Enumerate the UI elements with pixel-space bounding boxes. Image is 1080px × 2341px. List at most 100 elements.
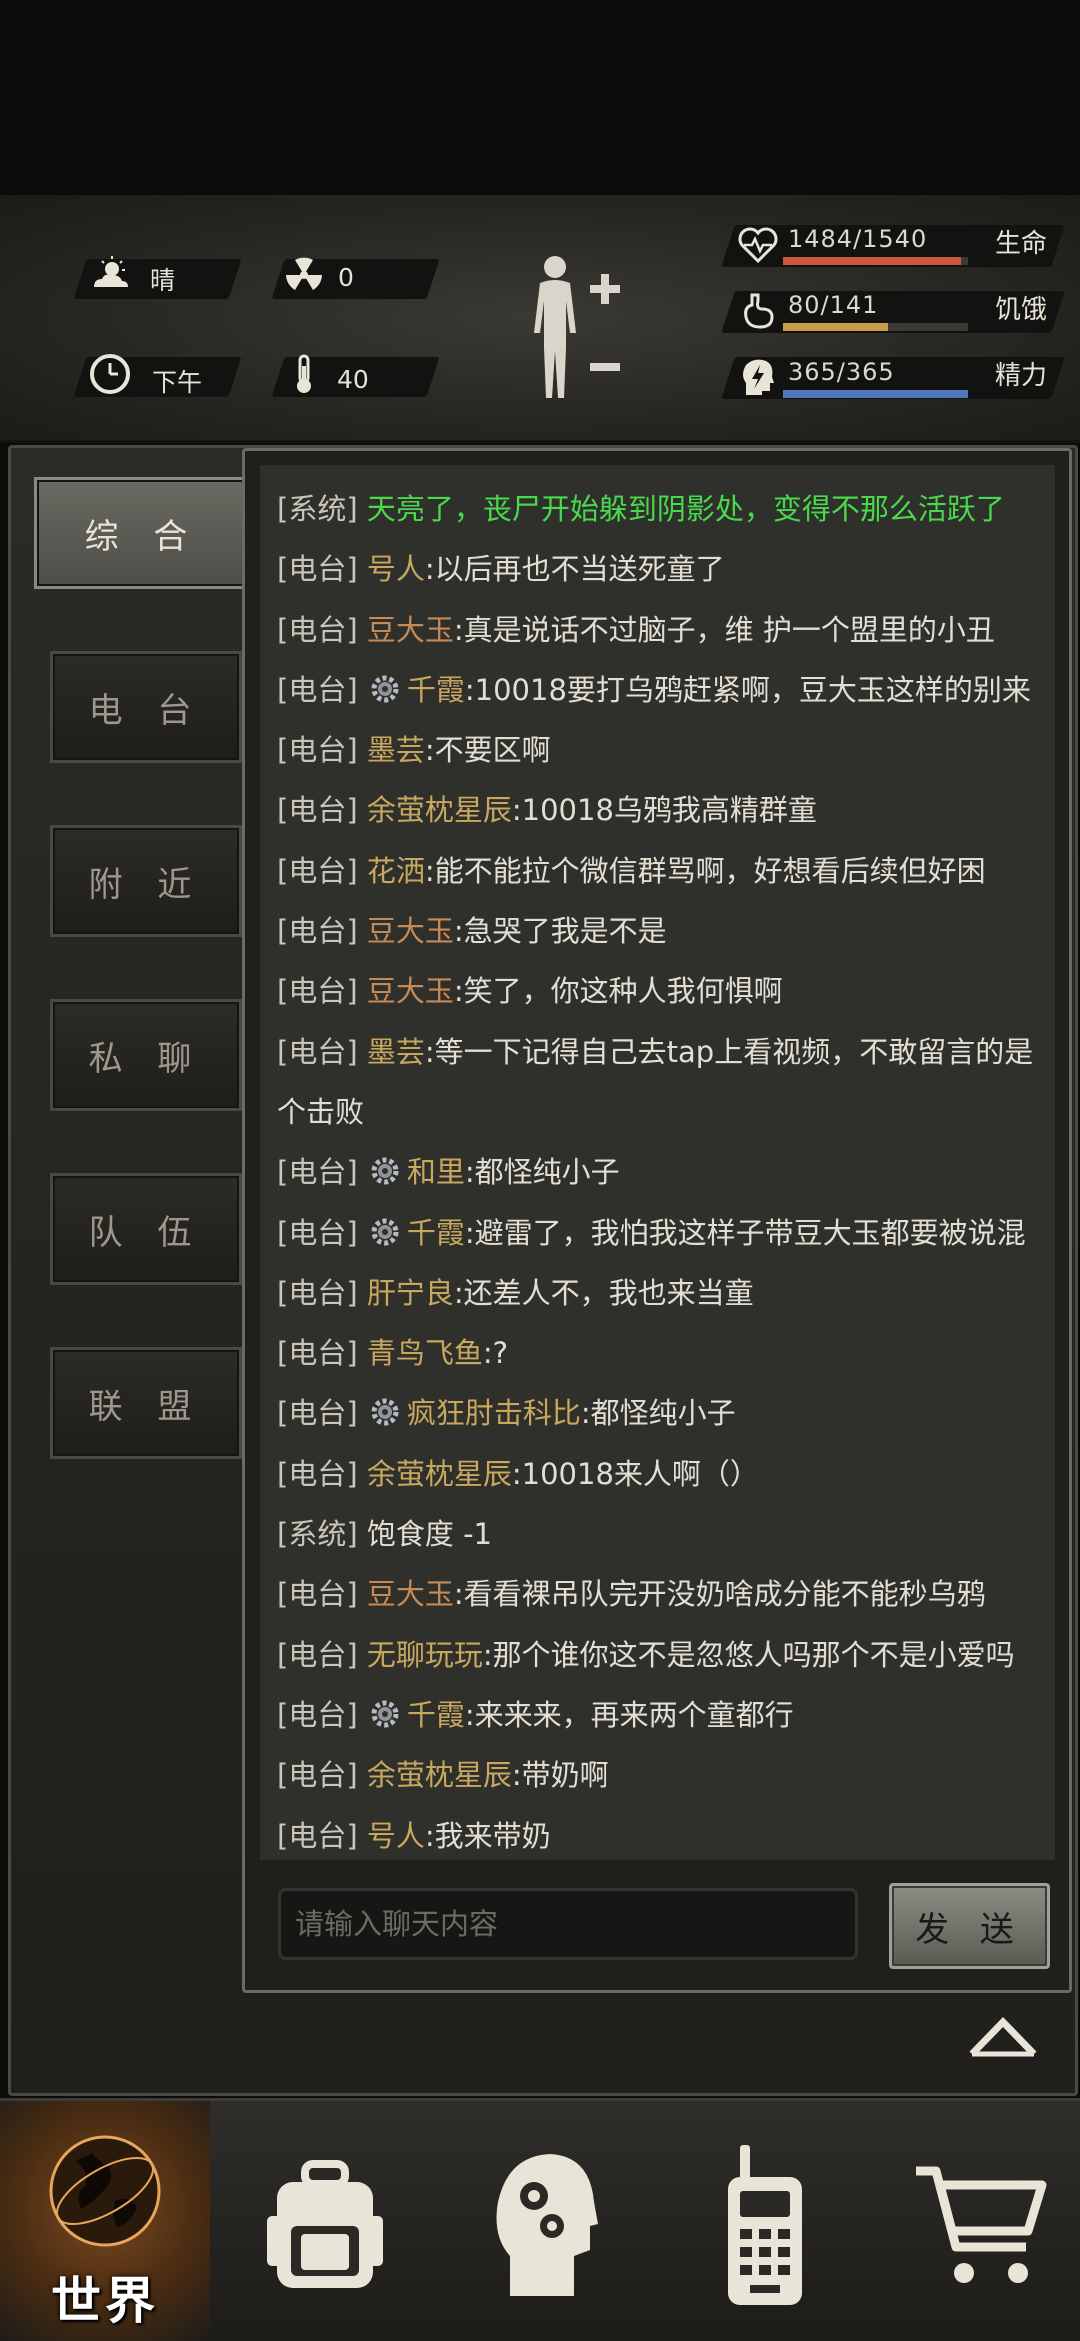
body-figure-icon[interactable] bbox=[520, 253, 630, 403]
collapse-chevron-icon[interactable] bbox=[966, 2012, 1040, 2060]
gear-badge-icon bbox=[371, 1398, 399, 1426]
nav-shop[interactable] bbox=[870, 2101, 1080, 2341]
chat-sender-name[interactable]: 号人 bbox=[367, 1819, 425, 1853]
chat-channel: [系统] bbox=[277, 1517, 367, 1552]
hunger-value: 80/141 bbox=[788, 291, 879, 319]
energy-label: 精力 bbox=[995, 361, 1048, 391]
chat-sender-name[interactable]: 疯狂肘击科比 bbox=[407, 1396, 581, 1430]
chat-channel: [电台] bbox=[277, 733, 367, 768]
chat-channel: [电台] bbox=[277, 793, 367, 828]
chat-text: :都怪纯小子 bbox=[464, 1155, 620, 1190]
chat-sender-name[interactable]: 豆大玉 bbox=[367, 1577, 454, 1611]
send-button[interactable]: 发 送 bbox=[889, 1883, 1050, 1969]
tab-radio[interactable]: 电 台 bbox=[50, 651, 242, 763]
chat-sender-name[interactable]: 墨芸 bbox=[367, 733, 425, 767]
clock-icon bbox=[90, 354, 130, 394]
chat-text: :以后再也不当送死童了 bbox=[424, 552, 725, 587]
tab-nearby[interactable]: 附 近 bbox=[50, 825, 242, 937]
backpack-icon bbox=[267, 2160, 383, 2288]
chat-sender-name[interactable]: 千霞 bbox=[407, 673, 465, 707]
temperature-value: 40 bbox=[337, 365, 369, 394]
chat-message: [电台] 千霞:来来来，再来两个童都行 bbox=[277, 1685, 1057, 1745]
radio-walkie-icon bbox=[728, 2145, 802, 2305]
chat-sender-name[interactable]: 余萤枕星辰 bbox=[367, 1457, 512, 1491]
chat-sender-name[interactable]: 墨芸 bbox=[367, 1035, 425, 1069]
chat-sender-name[interactable]: 豆大玉 bbox=[367, 914, 454, 948]
health-value: 1484/1540 bbox=[788, 225, 928, 253]
chat-text: :真是说话不过脑子，维 护一个盟里的小丑 bbox=[453, 612, 995, 647]
chat-message: [电台] 花洒:能不能拉个微信群骂啊，好想看后续但好困 bbox=[277, 841, 1057, 901]
tab-private[interactable]: 私 聊 bbox=[50, 999, 242, 1111]
energy-value: 365/365 bbox=[788, 358, 895, 386]
nav-world[interactable]: 世界 bbox=[0, 2101, 210, 2341]
skills-head-icon bbox=[496, 2154, 598, 2296]
chat-sender-name[interactable]: 千霞 bbox=[407, 1698, 465, 1732]
chat-sender-name[interactable]: 豆大玉 bbox=[367, 974, 454, 1008]
chat-message: [电台] 肝宁良:还差人不，我也来当童 bbox=[277, 1263, 1057, 1323]
chat-text: :都怪纯小子 bbox=[580, 1396, 736, 1431]
health-track bbox=[783, 257, 968, 265]
chat-message: [电台] 号人:我来带奶 bbox=[277, 1806, 1057, 1866]
nav-radio[interactable] bbox=[660, 2101, 870, 2341]
chat-sender-name[interactable]: 无聊玩玩 bbox=[367, 1638, 483, 1672]
chat-channel: [电台] bbox=[277, 1336, 367, 1371]
chat-channel: [电台] bbox=[277, 1215, 367, 1250]
chat-channel: [电台] bbox=[277, 1456, 367, 1491]
chat-message: [电台] 无聊玩玩:那个谁你这不是忽悠人吗那个不是小爱吗 bbox=[277, 1625, 1057, 1685]
chat-channel: [电台] bbox=[277, 1577, 367, 1612]
chat-sender-name[interactable]: 花洒 bbox=[367, 854, 425, 888]
chat-message: [电台] 和里:都怪纯小子 bbox=[277, 1142, 1057, 1202]
radiation-icon bbox=[286, 257, 322, 290]
weather-sun-cloud-icon bbox=[94, 256, 128, 287]
nav-skills[interactable] bbox=[440, 2101, 650, 2341]
chat-text: :我来带奶 bbox=[424, 1818, 551, 1853]
chat-message-list[interactable]: [系统] 天亮了，丧尸开始躲到阴影处，变得不那么活跃了 [电台] 号人:以后再也不… bbox=[277, 479, 1057, 1866]
chat-channel: [电台] bbox=[277, 1275, 367, 1310]
chat-sender-name[interactable]: 余萤枕星辰 bbox=[367, 1758, 512, 1792]
chat-sender-name[interactable]: 青鸟飞鱼 bbox=[367, 1336, 483, 1370]
chat-channel: [电台] bbox=[277, 914, 367, 949]
chat-channel: [电台] bbox=[277, 612, 367, 647]
chat-sender-name[interactable]: 余萤枕星辰 bbox=[367, 793, 512, 827]
chat-text: :能不能拉个微信群骂啊，好想看后续但好困 bbox=[424, 853, 986, 888]
chat-text: :不要区啊 bbox=[424, 733, 551, 768]
chat-input[interactable] bbox=[278, 1888, 858, 1960]
chat-text: :那个谁你这不是忽悠人吗那个不是小爱吗 bbox=[482, 1637, 1015, 1672]
chat-sender-name[interactable]: 号人 bbox=[367, 552, 425, 586]
chat-channel: [电台] bbox=[277, 1637, 367, 1672]
chat-text: 天亮了，丧尸开始躲到阴影处，变得不那么活跃了 bbox=[366, 492, 1005, 526]
time-value: 下午 bbox=[152, 368, 203, 397]
chat-text: :急哭了我是不是 bbox=[453, 914, 667, 949]
chat-sender-name[interactable]: 和里 bbox=[407, 1155, 465, 1189]
chat-text: :带奶啊 bbox=[511, 1758, 609, 1793]
chat-text: :避雷了，我怕我这样子带豆大玉都要被说混 bbox=[464, 1215, 1026, 1250]
tab-general[interactable]: 综 合 bbox=[34, 477, 250, 589]
chat-message: [电台] 青鸟飞鱼:? bbox=[277, 1323, 1057, 1383]
nav-backpack[interactable] bbox=[220, 2101, 430, 2341]
nav-world-label: 世界 bbox=[51, 2272, 159, 2330]
hunger-label: 饥饿 bbox=[995, 295, 1048, 325]
chat-sender-name[interactable]: 豆大玉 bbox=[367, 613, 454, 647]
chat-text: :笑了，你这种人我何惧啊 bbox=[453, 974, 783, 1009]
chat-sender-name[interactable]: 千霞 bbox=[407, 1216, 465, 1250]
chat-channel: [电台] bbox=[277, 1396, 367, 1431]
chat-message: [电台] 千霞:10018要打乌鸦赶紧啊，豆大玉这样的别来 bbox=[277, 660, 1057, 720]
chat-text: :还差人不，我也来当童 bbox=[453, 1275, 754, 1310]
chat-message: [系统] 天亮了，丧尸开始躲到阴影处，变得不那么活跃了 bbox=[277, 479, 1057, 539]
thermometer-icon bbox=[297, 354, 311, 393]
chat-channel: [电台] bbox=[277, 1155, 367, 1190]
chat-channel: [电台] bbox=[277, 1697, 367, 1732]
bottom-nav: 世界 bbox=[0, 2098, 1080, 2341]
health-label: 生命 bbox=[995, 229, 1048, 259]
shop-cart-icon bbox=[916, 2166, 1047, 2283]
chat-text: :来来来，再来两个童都行 bbox=[464, 1697, 794, 1732]
chat-channel: [电台] bbox=[277, 1758, 367, 1793]
gear-badge-icon bbox=[371, 1157, 399, 1185]
chat-message: [电台] 余萤枕星辰:带奶啊 bbox=[277, 1745, 1057, 1805]
tab-alliance[interactable]: 联 盟 bbox=[50, 1347, 242, 1459]
health-fill bbox=[783, 257, 962, 265]
tab-team[interactable]: 队 伍 bbox=[50, 1173, 242, 1285]
energy-head-bolt-icon bbox=[743, 359, 774, 395]
chat-text: :看看裸吊队完开没奶啥成分能不能秒乌鸦 bbox=[453, 1577, 986, 1612]
chat-sender-name[interactable]: 肝宁良 bbox=[367, 1276, 454, 1310]
